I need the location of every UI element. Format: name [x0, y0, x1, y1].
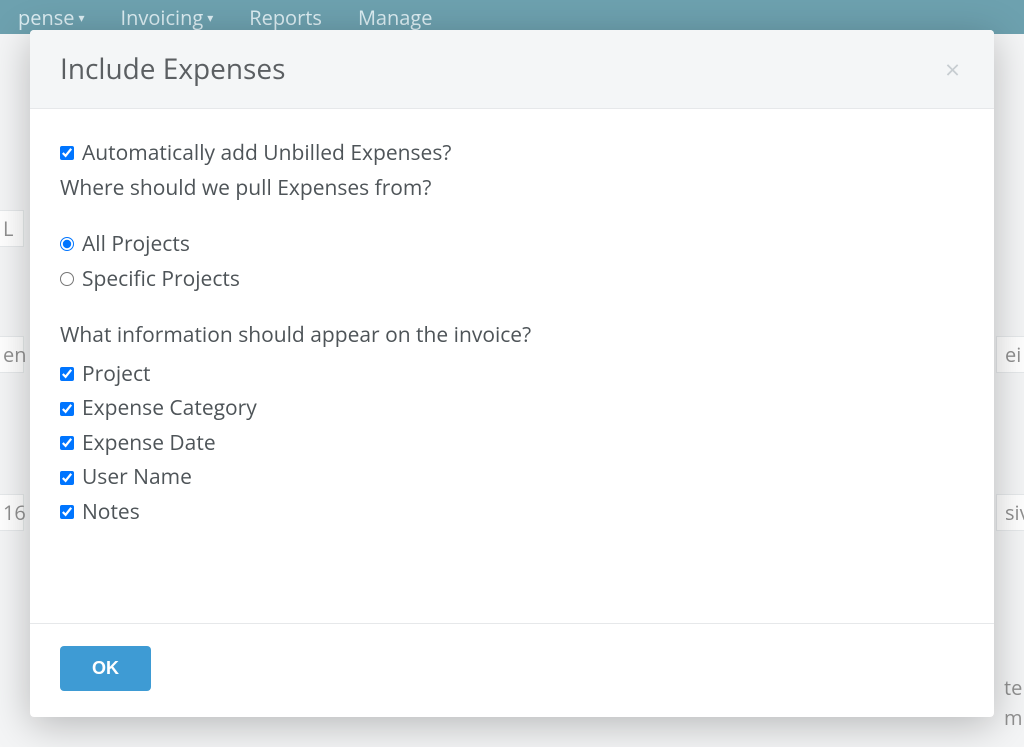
checkbox-label: User Name	[82, 461, 192, 494]
pull-option-all-projects[interactable]: All Projects	[60, 228, 964, 261]
include-expenses-dialog: Include Expenses × Automatically add Unb…	[30, 30, 994, 717]
info-option-user-name[interactable]: User Name	[60, 461, 964, 494]
dialog-title: Include Expenses	[60, 50, 285, 88]
checkbox-label: Project	[82, 358, 151, 391]
checkbox-label: Notes	[82, 496, 140, 529]
checkbox-label: Expense Category	[82, 392, 257, 425]
all-projects-radio[interactable]	[60, 237, 74, 251]
ok-button[interactable]: OK	[60, 646, 151, 691]
dialog-body: Automatically add Unbilled Expenses? Whe…	[30, 109, 994, 623]
invoice-info-question: What information should appear on the in…	[60, 319, 964, 352]
expense-date-checkbox[interactable]	[60, 436, 74, 450]
specific-projects-radio[interactable]	[60, 272, 74, 286]
expense-category-checkbox[interactable]	[60, 402, 74, 416]
info-option-project[interactable]: Project	[60, 358, 964, 391]
pull-from-question: Where should we pull Expenses from?	[60, 172, 964, 205]
info-option-expense-category[interactable]: Expense Category	[60, 392, 964, 425]
checkbox-label: Expense Date	[82, 427, 216, 460]
radio-label: All Projects	[82, 228, 190, 261]
dialog-header: Include Expenses ×	[30, 30, 994, 109]
dialog-footer: OK	[30, 623, 994, 717]
close-icon[interactable]: ×	[941, 52, 964, 86]
project-checkbox[interactable]	[60, 367, 74, 381]
auto-add-unbilled-row[interactable]: Automatically add Unbilled Expenses?	[60, 137, 964, 170]
info-option-expense-date[interactable]: Expense Date	[60, 427, 964, 460]
user-name-checkbox[interactable]	[60, 471, 74, 485]
radio-label: Specific Projects	[82, 263, 240, 296]
info-option-notes[interactable]: Notes	[60, 496, 964, 529]
pull-option-specific-projects[interactable]: Specific Projects	[60, 263, 964, 296]
auto-add-unbilled-checkbox[interactable]	[60, 146, 74, 160]
notes-checkbox[interactable]	[60, 505, 74, 519]
auto-add-unbilled-label: Automatically add Unbilled Expenses?	[82, 137, 451, 170]
